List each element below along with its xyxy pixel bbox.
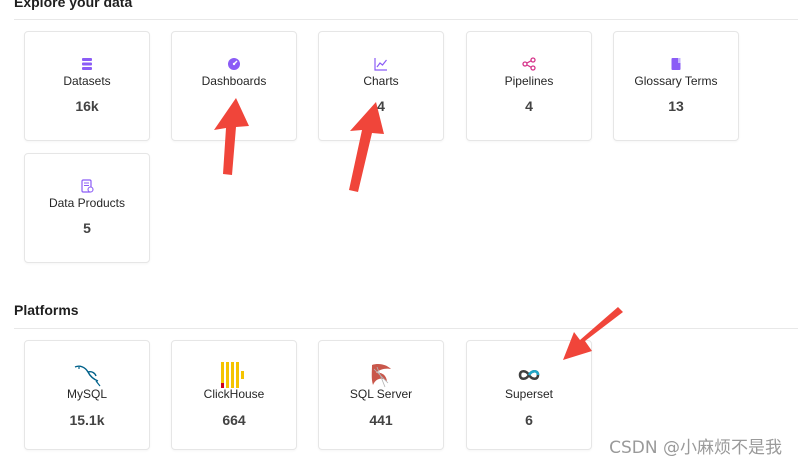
platforms-divider — [14, 328, 798, 329]
explore-divider — [14, 19, 798, 20]
charts-icon — [374, 57, 388, 71]
dashboards-label: Dashboards — [201, 74, 267, 88]
data-products-label: Data Products — [48, 196, 126, 210]
glossary-terms-label: Glossary Terms — [634, 74, 718, 88]
mysql-icon — [70, 361, 104, 389]
watermark-text: CSDN @小麻烦不是我 — [609, 438, 782, 458]
platforms-section-title: Platforms — [14, 302, 79, 318]
dashboards-icon — [227, 57, 241, 71]
dashboards-card[interactable]: Dashboards — [171, 31, 297, 141]
sql-server-label: SQL Server — [349, 387, 413, 401]
sql-server-count: 441 — [369, 412, 393, 428]
pipelines-label: Pipelines — [504, 74, 554, 88]
pipelines-icon — [522, 57, 536, 71]
charts-label: Charts — [363, 74, 399, 88]
sql-server-card[interactable]: SQL Server 441 — [318, 340, 444, 450]
superset-count: 6 — [525, 412, 533, 428]
sql-server-icon — [364, 361, 398, 389]
datasets-count: 16k — [75, 98, 99, 114]
superset-card[interactable]: Superset 6 — [466, 340, 592, 450]
mysql-card[interactable]: MySQL 15.1k — [24, 340, 150, 450]
superset-label: Superset — [504, 387, 554, 401]
pipelines-count: 4 — [525, 98, 533, 114]
data-products-count: 5 — [83, 220, 91, 236]
clickhouse-count: 664 — [222, 412, 246, 428]
glossary-terms-count: 13 — [668, 98, 684, 114]
charts-card[interactable]: Charts 4 — [318, 31, 444, 141]
clickhouse-card[interactable]: ClickHouse 664 — [171, 340, 297, 450]
superset-icon — [512, 361, 546, 389]
mysql-label: MySQL — [66, 387, 107, 401]
clickhouse-icon — [217, 361, 251, 389]
glossary-terms-card[interactable]: Glossary Terms 13 — [613, 31, 739, 141]
explore-section-title: Explore your data — [14, 0, 133, 10]
datasets-icon — [80, 57, 94, 71]
charts-count: 4 — [377, 98, 385, 114]
clickhouse-label: ClickHouse — [203, 387, 265, 401]
pipelines-card[interactable]: Pipelines 4 — [466, 31, 592, 141]
datasets-label: Datasets — [63, 74, 111, 88]
mysql-count: 15.1k — [69, 412, 105, 428]
data-products-icon — [80, 179, 94, 193]
glossary-icon — [669, 57, 683, 71]
datasets-card[interactable]: Datasets 16k — [24, 31, 150, 141]
data-products-card[interactable]: Data Products 5 — [24, 153, 150, 263]
